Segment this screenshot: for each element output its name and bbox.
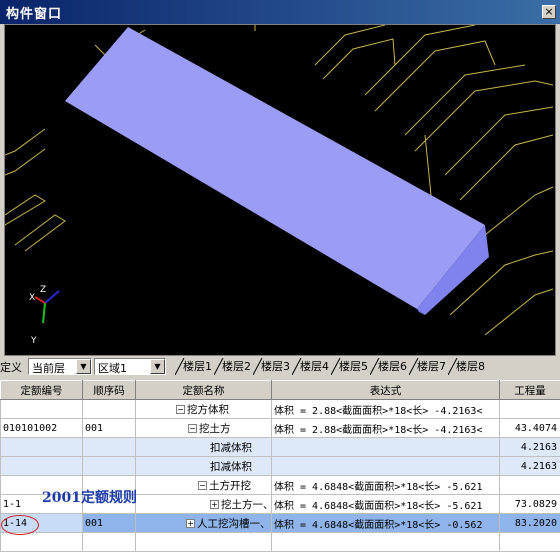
- tab-label: 楼层5: [339, 360, 368, 373]
- cell-quota-name[interactable]: − 挖土方: [135, 418, 272, 438]
- axis-gizmo: X Z Y: [29, 285, 60, 346]
- cell-quota-name[interactable]: − 土方开挖: [135, 475, 272, 495]
- definition-label[interactable]: 定义: [0, 359, 22, 375]
- table-header-row: 定额编号 顺序码 定额名称 表达式 工程量: [0, 380, 560, 400]
- collapse-icon[interactable]: −: [188, 424, 197, 433]
- title-bar: 构件窗口 ×: [0, 0, 560, 24]
- cell-quota-name[interactable]: [135, 532, 272, 552]
- axis-label-y: Y: [30, 336, 37, 346]
- cell-expression[interactable]: [271, 456, 500, 476]
- column-header[interactable]: 工程量: [499, 380, 560, 400]
- floor-toolbar: 定义 当前层 ▼ 区域1 ▼ 楼层1 楼层2 楼层3 楼层4 楼层5 楼层6 楼层7 楼层8: [0, 356, 560, 378]
- cell-quota-code[interactable]: [0, 437, 83, 457]
- 3d-viewport[interactable]: X Z Y: [4, 24, 556, 356]
- cell-quota-code[interactable]: [0, 399, 83, 419]
- cell-quantity[interactable]: 43.4074: [499, 418, 560, 438]
- tab-floor-5[interactable]: 楼层5: [331, 357, 368, 375]
- cell-expression[interactable]: [271, 532, 500, 552]
- cell-order-code[interactable]: [82, 437, 136, 457]
- tab-label: 楼层8: [456, 360, 485, 373]
- column-header[interactable]: 定额编号: [0, 380, 83, 400]
- axis-label-z: Z: [40, 285, 46, 295]
- red-circle-highlight: [1, 515, 39, 535]
- cell-quantity[interactable]: [499, 475, 560, 495]
- cell-quota-name[interactable]: 扣减体积: [135, 456, 272, 476]
- 3d-scene: X Z Y: [5, 25, 554, 346]
- area-select[interactable]: 区域1 ▼: [94, 358, 166, 375]
- cell-expression[interactable]: 体积 = 4.6848<截面面积>*18<长> -0.562: [271, 513, 500, 533]
- cell-quota-name[interactable]: 扣减体积: [135, 437, 272, 457]
- cell-quota-name[interactable]: +挖土方一、二类土: [135, 494, 272, 514]
- table-row[interactable]: 1-14001+人工挖沟槽一、二类土体积 = 4.6848<截面面积>*18<长…: [0, 513, 560, 533]
- cell-quantity[interactable]: 4.2163: [499, 437, 560, 457]
- cell-expression[interactable]: 体积 = 4.6848<截面面积>*18<长> -5.621: [271, 494, 500, 514]
- cell-order-code[interactable]: [82, 399, 136, 419]
- table-row[interactable]: 扣减体积 4.2163: [0, 456, 560, 476]
- quota-name-text: 扣减体积: [210, 441, 252, 454]
- table-row[interactable]: [0, 532, 560, 552]
- tab-label: 楼层7: [417, 360, 446, 373]
- tab-label: 楼层3: [261, 360, 290, 373]
- cell-expression[interactable]: 体积 = 4.6848<截面面积>*18<长> -5.621: [271, 475, 500, 495]
- cell-order-code[interactable]: 001: [82, 513, 136, 533]
- tab-floor-6[interactable]: 楼层6: [370, 357, 407, 375]
- tab-floor-1[interactable]: 楼层1: [175, 357, 212, 375]
- tab-floor-3[interactable]: 楼层3: [253, 357, 290, 375]
- annotation-text: 2001定额规则: [42, 490, 137, 506]
- quota-name-text: 挖土方: [199, 422, 231, 435]
- cell-quantity[interactable]: 83.2020: [499, 513, 560, 533]
- tab-floor-2[interactable]: 楼层2: [214, 357, 251, 375]
- tab-label: 楼层1: [183, 360, 212, 373]
- floor-select-value: 当前层: [32, 362, 65, 375]
- axis-label-x: X: [29, 293, 35, 303]
- floor-select[interactable]: 当前层 ▼: [28, 358, 92, 375]
- cell-quota-name[interactable]: − 挖方体积: [135, 399, 272, 419]
- component-window: 构件窗口 × X Z Y 定义 当前层 ▼ 区域1 ▼ 楼层1 楼层2 楼层3 …: [0, 0, 560, 555]
- cell-order-code[interactable]: [82, 532, 136, 552]
- cell-expression[interactable]: 体积 = 2.88<截面面积>*18<长> -4.2163<: [271, 399, 500, 419]
- quota-grid: 定额编号 顺序码 定额名称 表达式 工程量 − 挖方体积 体积 = 2.88<截面面…: [0, 380, 560, 555]
- table-row[interactable]: 010101002 001− 挖土方 体积 = 2.88<截面面积>*18<长> -4…: [0, 418, 560, 438]
- box-top-face: [65, 27, 485, 309]
- cell-quantity[interactable]: [499, 532, 560, 552]
- close-button[interactable]: ×: [542, 5, 556, 19]
- collapse-icon[interactable]: −: [176, 405, 185, 414]
- chevron-down-icon[interactable]: ▼: [76, 359, 91, 374]
- cell-quantity[interactable]: 4.2163: [499, 456, 560, 476]
- cell-expression[interactable]: [271, 437, 500, 457]
- cell-quota-code[interactable]: [0, 456, 83, 476]
- quota-name-text: 扣减体积: [210, 460, 252, 473]
- table-row[interactable]: − 挖方体积 体积 = 2.88<截面面积>*18<长> -4.2163<: [0, 399, 560, 419]
- cell-expression[interactable]: 体积 = 2.88<截面面积>*18<长> -4.2163<: [271, 418, 500, 438]
- expand-icon[interactable]: +: [186, 519, 195, 528]
- chevron-down-icon[interactable]: ▼: [150, 359, 165, 374]
- area-select-value: 区域1: [98, 362, 127, 375]
- quota-name-text: 人工挖沟槽一、二类土: [197, 517, 271, 530]
- tab-floor-4[interactable]: 楼层4: [292, 357, 329, 375]
- quota-name-text: 挖土方一、二类土: [221, 498, 271, 511]
- tab-label: 楼层6: [378, 360, 407, 373]
- tab-label: 楼层4: [300, 360, 329, 373]
- table-row[interactable]: 扣减体积 4.2163: [0, 437, 560, 457]
- cell-quota-code[interactable]: [0, 532, 83, 552]
- collapse-icon[interactable]: −: [198, 481, 207, 490]
- quota-name-text: 挖方体积: [187, 403, 229, 416]
- quota-name-text: 土方开挖: [209, 479, 251, 492]
- cell-quota-name[interactable]: +人工挖沟槽一、二类土: [135, 513, 272, 533]
- cell-order-code[interactable]: [82, 456, 136, 476]
- cell-quota-code[interactable]: 010101002: [0, 418, 83, 438]
- cell-quantity[interactable]: [499, 399, 560, 419]
- tab-label: 楼层2: [222, 360, 251, 373]
- quota-table: 定额编号 顺序码 定额名称 表达式 工程量 − 挖方体积 体积 = 2.88<截面面…: [0, 380, 560, 552]
- expand-icon[interactable]: +: [210, 500, 219, 509]
- cell-quantity[interactable]: 73.0829: [499, 494, 560, 514]
- tab-floor-7[interactable]: 楼层7: [409, 357, 446, 375]
- column-header[interactable]: 定额名称: [135, 380, 272, 400]
- cell-order-code[interactable]: 001: [82, 418, 136, 438]
- column-header[interactable]: 顺序码: [82, 380, 136, 400]
- column-header[interactable]: 表达式: [271, 380, 500, 400]
- window-title: 构件窗口: [6, 6, 63, 22]
- tab-floor-8[interactable]: 楼层8: [448, 357, 485, 375]
